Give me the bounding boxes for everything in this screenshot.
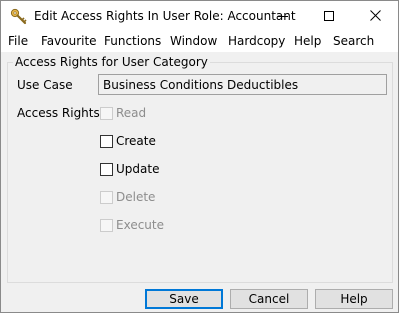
- menu-help[interactable]: Help: [294, 34, 321, 48]
- delete-label: Delete: [116, 190, 156, 204]
- menu-favourite[interactable]: Favourite: [41, 34, 97, 48]
- help-button[interactable]: Help: [315, 289, 393, 309]
- window-title: Edit Access Rights In User Role: Account…: [34, 9, 296, 23]
- execute-checkbox: [100, 219, 113, 232]
- key-icon: [10, 8, 28, 26]
- use-case-field: Business Conditions Deductibles: [98, 74, 387, 95]
- access-rights-group: [7, 62, 393, 283]
- update-label[interactable]: Update: [116, 162, 159, 176]
- access-rights-label: Access Rights: [17, 106, 100, 120]
- use-case-value: Business Conditions Deductibles: [103, 78, 299, 92]
- delete-checkbox: [100, 191, 113, 204]
- title-bar[interactable]: Edit Access Rights In User Role: Account…: [1, 1, 398, 32]
- close-button[interactable]: [352, 1, 398, 32]
- dialog-window: Edit Access Rights In User Role: Account…: [0, 0, 399, 313]
- create-label[interactable]: Create: [116, 134, 156, 148]
- execute-label: Execute: [116, 218, 164, 232]
- menu-hardcopy[interactable]: Hardcopy: [228, 34, 285, 48]
- use-case-label: Use Case: [17, 78, 73, 92]
- menu-search[interactable]: Search: [333, 34, 374, 48]
- group-legend: Access Rights for User Category: [13, 55, 210, 69]
- menu-functions[interactable]: Functions: [104, 34, 161, 48]
- save-button[interactable]: Save: [145, 289, 223, 309]
- maximize-button[interactable]: [306, 1, 352, 32]
- menu-file[interactable]: File: [8, 34, 28, 48]
- create-checkbox[interactable]: [100, 135, 113, 148]
- read-label: Read: [116, 106, 147, 120]
- read-checkbox: [100, 107, 113, 120]
- menu-window[interactable]: Window: [170, 34, 217, 48]
- minimize-button[interactable]: [260, 1, 306, 32]
- cancel-button[interactable]: Cancel: [230, 289, 308, 309]
- minimize-icon: [278, 10, 288, 24]
- maximize-icon: [324, 10, 334, 24]
- update-checkbox[interactable]: [100, 163, 113, 176]
- menu-bar: File Favourite Functions Window Hardcopy…: [1, 32, 398, 52]
- close-icon: [369, 9, 381, 24]
